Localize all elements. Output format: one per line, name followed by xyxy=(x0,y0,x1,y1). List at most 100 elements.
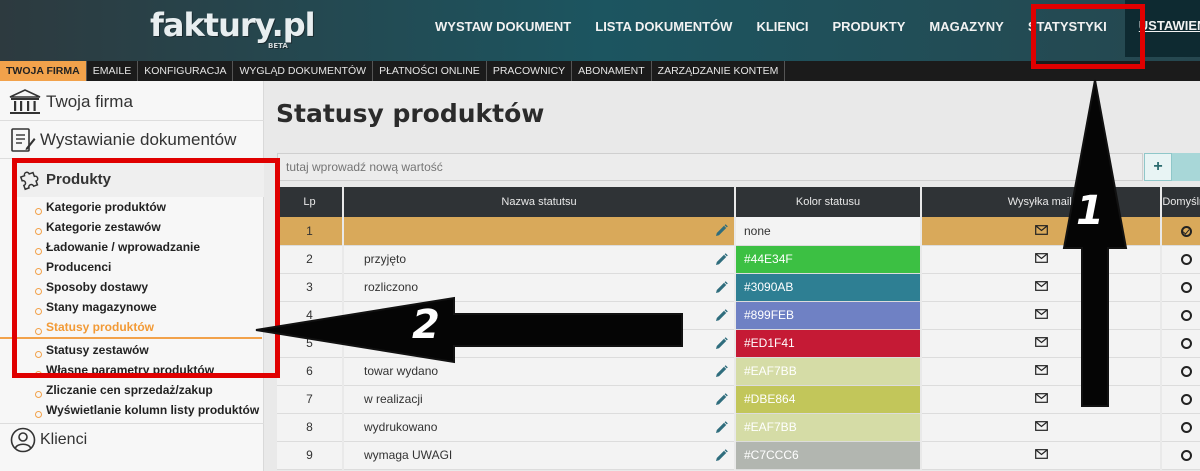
cell-default-radio[interactable] xyxy=(1161,245,1200,274)
submenu-wyswietlanie-kolumn[interactable]: Wyświetlanie kolumn listy produktów xyxy=(34,400,264,420)
edit-name-button[interactable] xyxy=(715,280,728,297)
logo-text: faktury.pl xyxy=(150,6,316,44)
arrow-up-annotation xyxy=(1062,79,1128,407)
cell-default-radio[interactable] xyxy=(1161,301,1200,330)
status-name: towar wydano xyxy=(364,364,439,378)
sidebar-item-klienci[interactable]: Klienci xyxy=(0,423,264,455)
add-status-button[interactable]: + xyxy=(1144,153,1172,181)
sidebar-label-wystawianie: Wystawianie dokumentów xyxy=(40,129,237,149)
sidebar-item-wystawianie-dokumentow[interactable]: Wystawianie dokumentów xyxy=(0,121,264,159)
new-status-input[interactable] xyxy=(277,153,1143,181)
sidebar-label-twoja-firma: Twoja firma xyxy=(46,91,133,111)
pencil-icon xyxy=(716,224,728,236)
cell-lp: 1 xyxy=(277,217,344,246)
cell-name[interactable]: wydrukowano xyxy=(343,413,736,442)
cell-color[interactable]: #3090AB xyxy=(735,273,922,302)
default-radio[interactable] xyxy=(1181,366,1192,378)
sidebar-label-klienci: Klienci xyxy=(40,430,88,448)
arrow-left-annotation xyxy=(255,296,683,364)
col-domyslny[interactable]: Domyślny xyxy=(1161,187,1200,217)
envelope-icon xyxy=(1034,449,1048,459)
nav-wystaw-dokument[interactable]: WYSTAW DOKUMENT xyxy=(423,0,583,61)
subnav-abonament[interactable]: ABONAMENT xyxy=(572,61,652,81)
cell-color[interactable]: #ED1F41 xyxy=(735,329,922,358)
pencil-icon xyxy=(716,308,728,321)
edit-name-button[interactable] xyxy=(715,448,728,465)
default-radio[interactable] xyxy=(1181,226,1192,238)
default-radio[interactable] xyxy=(1181,394,1192,406)
pencil-icon xyxy=(716,448,728,461)
pencil-icon xyxy=(716,364,728,377)
table-row[interactable]: 9 wymaga UWAGI #C7CCC6 xyxy=(277,441,1200,470)
envelope-icon xyxy=(1034,309,1048,319)
cell-color[interactable]: none xyxy=(735,217,922,246)
default-radio[interactable] xyxy=(1181,254,1192,266)
cell-color[interactable]: #EAF7BB xyxy=(735,357,922,386)
edit-name-button[interactable] xyxy=(715,420,728,437)
nav-produkty[interactable]: PRODUKTY xyxy=(820,0,917,61)
cell-mail-toggle[interactable] xyxy=(921,413,1162,442)
cell-default-radio[interactable] xyxy=(1161,357,1200,386)
cell-name[interactable] xyxy=(343,217,736,246)
user-circle-icon xyxy=(10,427,36,452)
cell-color[interactable]: #44E34F xyxy=(735,245,922,274)
edit-name-button[interactable] xyxy=(715,364,728,381)
sub-nav: TWOJA FIRMA EMAILE KONFIGURACJA WYGLĄD D… xyxy=(0,61,1200,81)
default-radio[interactable] xyxy=(1181,422,1192,434)
cell-default-radio[interactable] xyxy=(1161,385,1200,414)
cell-color[interactable]: #DBE864 xyxy=(735,385,922,414)
cell-default-radio[interactable] xyxy=(1161,441,1200,470)
page-title: Statusy produktów xyxy=(276,99,545,128)
nav-lista-dokumentow[interactable]: LISTA DOKUMENTÓW xyxy=(583,0,744,61)
envelope-icon xyxy=(1034,281,1048,291)
subnav-konfiguracja[interactable]: KONFIGURACJA xyxy=(138,61,234,81)
pencil-icon xyxy=(716,252,728,265)
edit-name-button[interactable] xyxy=(715,308,728,325)
cell-name[interactable]: wymaga UWAGI xyxy=(343,441,736,470)
default-radio[interactable] xyxy=(1181,282,1192,294)
envelope-icon xyxy=(1034,224,1048,235)
table-row[interactable]: 8 wydrukowano #EAF7BB xyxy=(277,413,1200,442)
edit-name-button[interactable] xyxy=(715,252,728,269)
cell-color[interactable]: #EAF7BB xyxy=(735,413,922,442)
annotation-box-ustawienia xyxy=(1031,4,1145,69)
top-bar: faktury.pl BETA WYSTAW DOKUMENT LISTA DO… xyxy=(0,0,1200,61)
subnav-wyglad-dokumentow[interactable]: WYGLĄD DOKUMENTÓW xyxy=(233,61,374,81)
cell-name[interactable]: przyjęto xyxy=(343,245,736,274)
edit-name-button[interactable] xyxy=(715,392,728,409)
annotation-number-2: 2 xyxy=(412,302,440,348)
cell-color[interactable]: #899FEB xyxy=(735,301,922,330)
cell-default-radio[interactable] xyxy=(1161,413,1200,442)
logo[interactable]: faktury.pl BETA xyxy=(150,6,316,50)
default-radio[interactable] xyxy=(1181,338,1192,350)
cell-color[interactable]: #C7CCC6 xyxy=(735,441,922,470)
cell-default-radio[interactable] xyxy=(1161,217,1200,246)
sidebar-item-twoja-firma[interactable]: Twoja firma xyxy=(0,83,264,121)
subnav-pracownicy[interactable]: PRACOWNICY xyxy=(487,61,573,81)
nav-magazyny[interactable]: MAGAZYNY xyxy=(917,0,1015,61)
subnav-platnosci-online[interactable]: PŁATNOŚCI ONLINE xyxy=(373,61,487,81)
subnav-emaile[interactable]: EMAILE xyxy=(87,61,139,81)
status-name: rozliczono xyxy=(364,280,419,294)
cell-lp: 8 xyxy=(277,413,344,442)
logo-badge: BETA xyxy=(268,42,288,50)
cell-mail-toggle[interactable] xyxy=(921,441,1162,470)
default-radio[interactable] xyxy=(1181,450,1192,462)
bank-icon xyxy=(9,88,41,114)
cell-name[interactable]: w realizacji xyxy=(343,385,736,414)
col-nazwa[interactable]: Nazwa statutsu xyxy=(343,187,736,217)
edit-name-button[interactable] xyxy=(715,336,728,353)
annotation-number-1: 1 xyxy=(1076,188,1104,234)
status-name: wydrukowano xyxy=(364,420,438,434)
cell-default-radio[interactable] xyxy=(1161,329,1200,358)
cell-default-radio[interactable] xyxy=(1161,273,1200,302)
subnav-zarzadzanie-kontem[interactable]: ZARZĄDZANIE KONTEM xyxy=(652,61,786,81)
col-lp[interactable]: Lp xyxy=(277,187,344,217)
subnav-twoja-firma[interactable]: TWOJA FIRMA xyxy=(0,61,87,81)
col-kolor[interactable]: Kolor statusu xyxy=(735,187,922,217)
default-radio[interactable] xyxy=(1181,310,1192,322)
submenu-zliczanie-cen[interactable]: Zliczanie cen sprzedaż/zakup xyxy=(34,380,264,400)
secondary-action-button[interactable] xyxy=(1172,153,1200,181)
edit-name-button[interactable] xyxy=(715,224,728,240)
nav-klienci[interactable]: KLIENCI xyxy=(744,0,820,61)
